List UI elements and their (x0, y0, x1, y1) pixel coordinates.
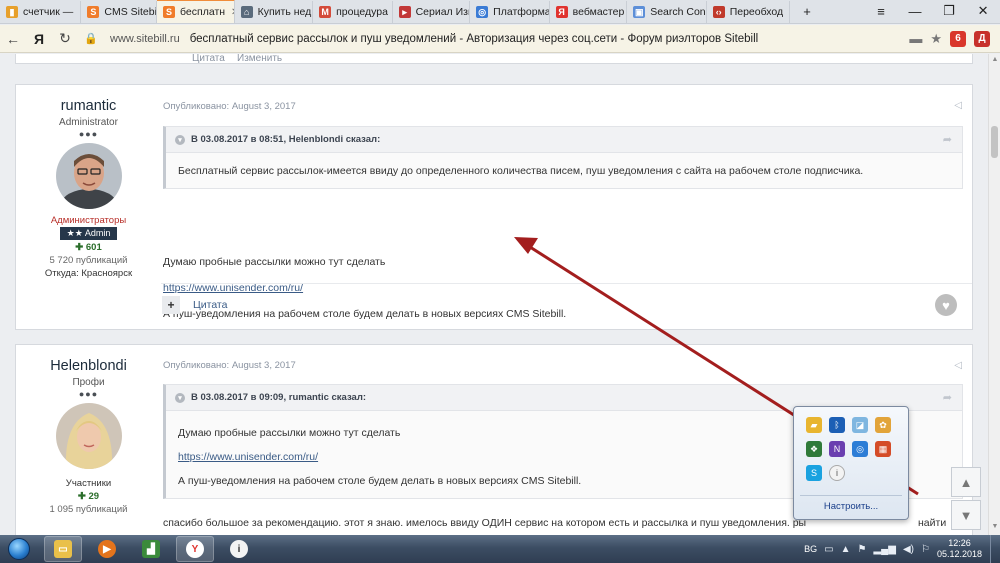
onenote-icon[interactable]: N (829, 441, 845, 457)
page-scrollbar[interactable]: ▲ ▼ (988, 54, 1000, 535)
tab[interactable]: ▣ Search Cons (627, 1, 707, 23)
sync-icon[interactable]: ◎ (852, 441, 868, 457)
clock-date: 05.12.2018 (936, 549, 982, 559)
yandex-icon: Y (186, 540, 204, 558)
lock-icon[interactable]: 🔒 (78, 32, 104, 45)
action-center-icon[interactable]: ⚐ (921, 544, 930, 555)
network-icon[interactable]: ◪ (852, 417, 868, 433)
extension-d-icon[interactable]: Д (974, 30, 990, 47)
tab[interactable]: S CMS Sitebi (81, 1, 158, 23)
language-indicator[interactable]: BG (804, 544, 817, 554)
signal-icon[interactable]: ▂▄▆ (873, 544, 895, 555)
address-bar: ← Я ↻ 🔒 www.sitebill.ru бесплатный серви… (0, 25, 1000, 53)
tab-favicon-icon: M (319, 6, 332, 18)
tab-label: бесплатн (180, 6, 226, 18)
minimize-button[interactable]: — (898, 4, 932, 19)
tab-favicon-icon: ◎ (476, 6, 489, 18)
tab-label: CMS Sitebi (104, 6, 157, 18)
flag-icon[interactable]: ⚑ (858, 544, 867, 555)
customize-link[interactable]: Настроить... (794, 501, 908, 512)
tab-label: Переобход (729, 6, 784, 18)
scroll-down-arrow-icon[interactable]: ▼ (989, 523, 1000, 530)
keyboard-icon[interactable]: ▭ (824, 544, 833, 555)
tab[interactable]: ▸ Сериал Изв (393, 1, 471, 23)
tray-app-icon[interactable]: ✿ (875, 417, 891, 433)
tab-label: Купить нед (257, 6, 312, 18)
show-hidden-icons[interactable]: ▲ (841, 544, 851, 555)
scrollbar-thumb[interactable] (991, 126, 998, 158)
scroll-up-arrow-icon[interactable]: ▲ (989, 56, 1000, 63)
tab-favicon-icon: ⌂ (240, 6, 253, 18)
tab[interactable]: ⌂ Купить нед (235, 1, 314, 23)
taskbar-media-player[interactable]: ▶ (88, 536, 126, 562)
bluetooth-icon[interactable]: ᛒ (829, 417, 845, 433)
tab-favicon-icon: Я (555, 6, 568, 18)
restore-button[interactable]: ❐ (932, 3, 966, 19)
tab[interactable]: ◎ Платформа (470, 1, 550, 23)
tab-label: счетчик — (23, 6, 74, 18)
divider (800, 495, 902, 496)
tab-favicon-icon: ▮ (6, 6, 18, 18)
clock[interactable]: 12:26 05.12.2018 (937, 538, 982, 560)
windows-orb-icon[interactable] (8, 538, 30, 560)
tab[interactable]: Sбесплатн✕ (157, 0, 235, 23)
tab[interactable]: ▮ счетчик — (0, 1, 82, 23)
tray-icon-grid: ▰ ᛒ ◪ ✿ ❖ N ◎ ▦ S i (806, 417, 898, 481)
reload-icon[interactable]: ↻ (52, 30, 78, 47)
tab-favicon-icon: S (87, 6, 100, 18)
tab-bar: ▮счетчик — SCMS SitebiSбесплатн✕⌂Купить … (0, 0, 1000, 24)
system-tray: BG ▭ ▲ ⚑ ▂▄▆ ◀) ⚐ 12:26 05.12.2018 (804, 538, 990, 560)
tab-favicon-icon: ▸ (398, 6, 411, 18)
tab-label: Сериал Изв (415, 6, 471, 18)
tab[interactable]: Явебмастер (550, 1, 628, 23)
menu-icon[interactable]: ≡ (864, 4, 898, 19)
tab-label: Платформа (493, 6, 550, 18)
taskbar-yandex-browser[interactable]: Y (176, 536, 214, 562)
taskbar: ▭ ▶ ▟ Y i BG ▭ ▲ ⚑ ▂▄▆ ◀) ⚐ 12:26 05.12.… (0, 535, 1000, 563)
address-bar-actions: ▬ ★ 6 Д (909, 30, 1000, 47)
tab-favicon-icon: ‹› (712, 6, 725, 18)
security-icon[interactable]: ❖ (806, 441, 822, 457)
scroll-up-button[interactable]: ▲ (951, 467, 981, 497)
info-app-icon[interactable]: i (829, 465, 845, 481)
volume-icon[interactable]: ◀) (903, 544, 914, 555)
info-app-icon: i (230, 540, 248, 558)
back-arrow-icon[interactable]: ← (0, 31, 26, 47)
tab-label: Search Cons (650, 6, 707, 18)
tray-overflow-popup: ▰ ᛒ ◪ ✿ ❖ N ◎ ▦ S i Настроить... (793, 406, 909, 520)
grid-app-icon[interactable]: ▦ (875, 441, 891, 457)
show-desktop-button[interactable] (990, 535, 1000, 563)
folder-icon[interactable]: ▰ (806, 417, 822, 433)
scroll-down-button[interactable]: ▼ (951, 500, 981, 530)
taskbar-chart-app[interactable]: ▟ (132, 536, 170, 562)
taskbar-info-app[interactable]: i (220, 536, 258, 562)
url-host[interactable]: www.sitebill.ru (110, 33, 180, 45)
start-button[interactable] (0, 535, 38, 563)
tab[interactable]: Mпроцедура (313, 1, 393, 23)
tab-label: процедура (336, 6, 388, 18)
folder-icon: ▭ (54, 540, 72, 558)
chart-icon: ▟ (142, 540, 160, 558)
tab-favicon-icon: ▣ (633, 6, 646, 18)
yandex-icon[interactable]: Я (26, 31, 52, 47)
window-controls: + ≡ — ❐ ✕ (790, 0, 1000, 23)
skype-icon[interactable]: S (806, 465, 822, 481)
extension-icon[interactable]: 6 (950, 30, 966, 47)
comment-icon[interactable]: ▬ (909, 31, 922, 46)
close-window-button[interactable]: ✕ (966, 3, 1000, 19)
clock-time: 12:26 (948, 538, 971, 548)
tab[interactable]: ‹› Переобход (707, 1, 791, 23)
play-icon: ▶ (98, 540, 116, 558)
tab-label: вебмастер (572, 6, 625, 18)
taskbar-explorer[interactable]: ▭ (44, 536, 82, 562)
tab-favicon-icon: S (163, 6, 176, 18)
new-tab-button[interactable]: + (790, 4, 824, 19)
page-title[interactable]: бесплатный сервис рассылок и пуш уведомл… (190, 33, 759, 45)
bookmark-star-icon[interactable]: ★ (930, 31, 942, 47)
